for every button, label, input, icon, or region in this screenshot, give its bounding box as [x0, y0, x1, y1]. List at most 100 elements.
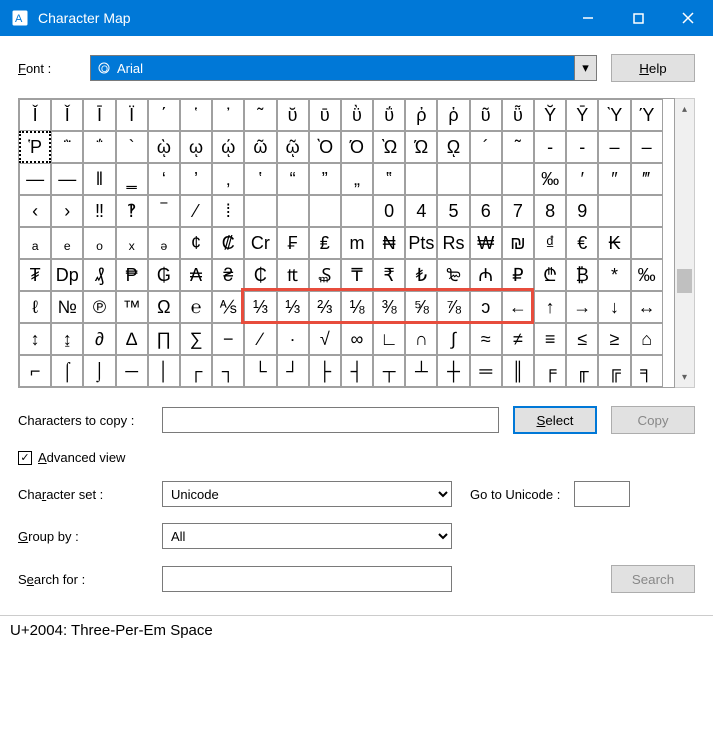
char-cell[interactable]: ₐ — [19, 227, 51, 259]
char-cell[interactable]: Ϊ — [116, 99, 148, 131]
char-cell[interactable]: ´ — [470, 131, 502, 163]
char-cell[interactable]: ₡ — [212, 227, 244, 259]
char-cell[interactable]: ‽ — [116, 195, 148, 227]
char-cell[interactable]: 9 — [566, 195, 598, 227]
char-cell[interactable]: Ǐ — [51, 99, 83, 131]
char-cell[interactable]: * — [598, 259, 630, 291]
char-cell[interactable] — [470, 163, 502, 195]
char-cell[interactable]: ₰ — [83, 259, 115, 291]
char-cell[interactable]: ⅞ — [437, 291, 469, 323]
char-cell[interactable]: √ — [309, 323, 341, 355]
char-cell[interactable]: ₶ — [277, 259, 309, 291]
char-cell[interactable]: 7 — [502, 195, 534, 227]
char-cell[interactable]: ≡ — [534, 323, 566, 355]
char-cell[interactable]: ≤ — [566, 323, 598, 355]
char-cell[interactable]: Ό — [341, 131, 373, 163]
char-cell[interactable]: ⁄ — [180, 195, 212, 227]
char-cell[interactable]: 4 — [405, 195, 437, 227]
char-cell[interactable]: ⅓ — [244, 291, 276, 323]
copy-button[interactable]: Copy — [611, 406, 695, 434]
char-cell[interactable]: ₫ — [534, 227, 566, 259]
char-cell[interactable] — [437, 163, 469, 195]
char-cell[interactable]: ₾ — [534, 259, 566, 291]
char-cell[interactable]: № — [51, 291, 83, 323]
char-cell[interactable]: ℮ — [180, 291, 212, 323]
char-cell[interactable]: ₓ — [116, 227, 148, 259]
char-cell[interactable]: – — [631, 131, 663, 163]
char-cell[interactable]: ╔ — [598, 355, 630, 387]
char-cell[interactable]: ∙ — [277, 323, 309, 355]
char-cell[interactable]: ∂ — [83, 323, 115, 355]
search-button[interactable]: Search — [611, 565, 695, 593]
char-cell[interactable]: ῡ — [309, 99, 341, 131]
char-cell[interactable]: Ω — [148, 291, 180, 323]
char-cell[interactable]: ` — [116, 131, 148, 163]
char-cell[interactable]: ₭ — [598, 227, 630, 259]
char-cell[interactable]: — — [19, 163, 51, 195]
char-cell[interactable]: Ῥ — [19, 131, 51, 163]
char-cell[interactable]: 8 — [534, 195, 566, 227]
char-cell[interactable]: │ — [148, 355, 180, 387]
char-cell[interactable]: ₿ — [566, 259, 598, 291]
char-cell[interactable]: - — [566, 131, 598, 163]
char-cell[interactable]: ∕ — [244, 323, 276, 355]
char-cell[interactable]: Ῠ — [534, 99, 566, 131]
char-cell[interactable]: ₳ — [180, 259, 212, 291]
char-cell[interactable]: ╕ — [631, 355, 663, 387]
char-cell[interactable]: Ὺ — [598, 99, 630, 131]
char-cell[interactable]: ῦ — [470, 99, 502, 131]
char-cell[interactable]: ┬ — [373, 355, 405, 387]
char-cell[interactable]: ῤ — [405, 99, 437, 131]
char-cell[interactable]: ═ — [470, 355, 502, 387]
char-cell[interactable]: ┘ — [277, 355, 309, 387]
char-cell[interactable]: ─ — [116, 355, 148, 387]
char-cell[interactable]: ║ — [502, 355, 534, 387]
char-cell[interactable]: ῲ — [148, 131, 180, 163]
char-cell[interactable]: 5 — [437, 195, 469, 227]
char-cell[interactable]: ∑ — [180, 323, 212, 355]
char-cell[interactable]: ′ — [566, 163, 598, 195]
char-cell[interactable]: ’ — [180, 163, 212, 195]
char-cell[interactable]: ┌ — [180, 355, 212, 387]
char-cell[interactable] — [631, 195, 663, 227]
char-cell[interactable]: ₪ — [502, 227, 534, 259]
char-cell[interactable]: ₺ — [405, 259, 437, 291]
char-cell[interactable]: ῧ — [502, 99, 534, 131]
help-button[interactable]: Help — [611, 54, 695, 82]
char-cell[interactable]: ₦ — [373, 227, 405, 259]
char-cell[interactable]: Ύ — [631, 99, 663, 131]
char-cell[interactable]: ₸ — [341, 259, 373, 291]
char-cell[interactable] — [341, 195, 373, 227]
char-cell[interactable]: ‛ — [244, 163, 276, 195]
char-cell[interactable]: ∟ — [373, 323, 405, 355]
char-cell[interactable]: “ — [277, 163, 309, 195]
char-cell[interactable]: ↑ — [534, 291, 566, 323]
char-cell[interactable]: ῠ — [277, 99, 309, 131]
char-cell[interactable]: ↕ — [19, 323, 51, 355]
char-cell[interactable]: ‹ — [19, 195, 51, 227]
char-cell[interactable]: − — [212, 323, 244, 355]
char-cell[interactable]: ₵ — [244, 259, 276, 291]
char-cell[interactable]: ₑ — [51, 227, 83, 259]
char-cell[interactable]: → — [566, 291, 598, 323]
char-cell[interactable]: Ὸ — [309, 131, 341, 163]
char-cell[interactable]: ⁞ — [212, 195, 244, 227]
char-cell[interactable]: „ — [341, 163, 373, 195]
char-cell[interactable]: 6 — [470, 195, 502, 227]
char-cell[interactable] — [405, 163, 437, 195]
char-cell[interactable]: ∏ — [148, 323, 180, 355]
char-cell[interactable]: ╒ — [534, 355, 566, 387]
char-cell[interactable]: ‾ — [148, 195, 180, 227]
char-cell[interactable]: ≠ — [502, 323, 534, 355]
char-cell[interactable]: ₲ — [148, 259, 180, 291]
char-cell[interactable]: ΄ — [148, 99, 180, 131]
char-cell[interactable]: ῀ — [244, 99, 276, 131]
char-cell[interactable]: Pts — [405, 227, 437, 259]
char-cell[interactable]: ῶ — [244, 131, 276, 163]
char-cell[interactable]: ₮ — [19, 259, 51, 291]
char-cell[interactable]: ℓ — [19, 291, 51, 323]
char-cell[interactable]: ⅍ — [212, 291, 244, 323]
scroll-thumb[interactable] — [677, 269, 692, 293]
char-cell[interactable]: ῥ — [437, 99, 469, 131]
char-cell[interactable]: ⌂ — [631, 323, 663, 355]
